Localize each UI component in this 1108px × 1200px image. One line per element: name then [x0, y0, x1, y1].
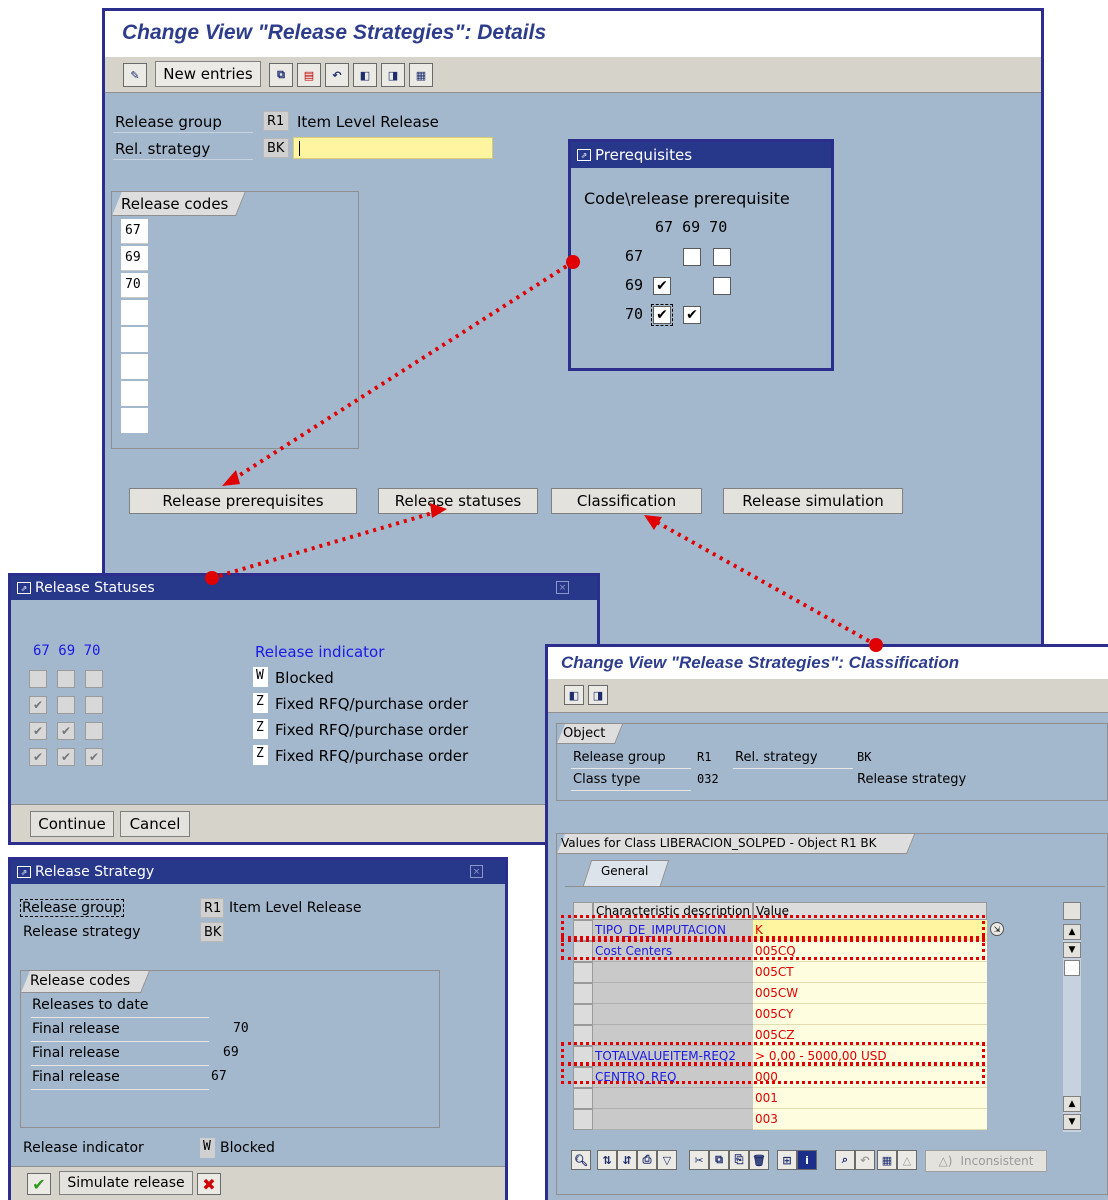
arrow-origin-dot — [869, 638, 883, 652]
arrow-classification — [652, 518, 877, 647]
arrowhead — [430, 503, 447, 518]
arrow-prereq — [230, 260, 575, 482]
arrowhead — [222, 470, 240, 486]
annotation-arrows — [205, 255, 883, 652]
arrow-origin-dot — [566, 255, 580, 269]
arrow-origin-dot — [205, 571, 219, 585]
arrow-statuses — [211, 510, 437, 580]
